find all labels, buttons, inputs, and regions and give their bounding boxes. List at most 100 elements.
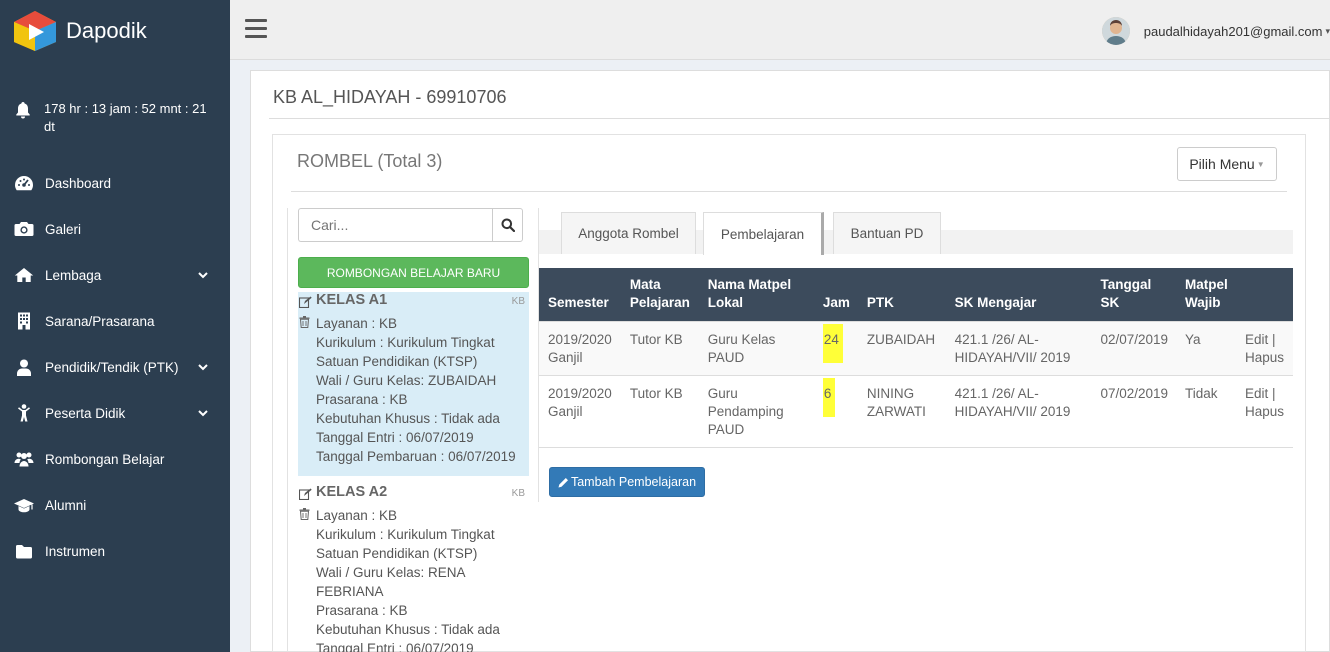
pilih-menu-button[interactable]: Pilih Menu ▼ [1177,147,1277,181]
search-group [298,208,523,242]
sidebar-item-label: Galeri [45,221,82,237]
col-header-sk[interactable]: SK Mengajar [945,268,1092,322]
divider [291,191,1287,192]
class-detail: Prasarana : KB [316,392,408,407]
users-icon [14,452,34,467]
chevron-down-icon [198,272,208,279]
sidebar-item-label: Instrumen [45,543,106,559]
hapus-link[interactable]: Hapus [1245,349,1285,367]
sidebar-item-dashboard[interactable]: Dashboard [0,160,230,206]
class-badge: KB [511,488,525,499]
edit-icon[interactable] [299,488,312,500]
class-detail: Wali / Guru Kelas: ZUBAIDAH [316,373,497,388]
user-email: paudalhidayah201@gmail.com [1143,23,1323,39]
tab-bantuan-pd[interactable]: Bantuan PD [833,212,941,254]
class-list-panel: ROMBONGAN BELAJAR BARU KELAS A1 KB Layan… [287,208,529,652]
chevron-down-icon [198,364,208,371]
brand[interactable]: Dapodik [0,0,230,62]
user-icon [17,359,31,376]
class-detail: Kurikulum : Kurikulum Tingkat Satuan Pen… [316,335,495,369]
bell-icon [16,102,30,119]
class-item[interactable]: KELAS A1 KB Layanan : KB Kurikulum : Kur… [298,292,529,476]
class-detail: Tanggal Entri : 06/07/2019 [316,430,474,445]
cell-actions: Edit | Hapus [1236,375,1293,448]
cell-wajib: Ya [1176,321,1237,376]
dashboard-icon [15,176,33,191]
sidebar-item-label: Sarana/Prasarana [45,313,155,329]
col-header-actions [1236,268,1293,322]
search-icon [501,218,515,232]
sidebar-item-rombongan-belajar[interactable]: Rombongan Belajar [0,436,230,482]
edit-link[interactable]: Edit | [1245,385,1285,403]
pilih-menu-label: Pilih Menu [1189,156,1255,172]
class-details: Layanan : KB Kurikulum : Kurikulum Tingk… [298,312,529,466]
folder-icon [16,544,32,558]
class-badge: KB [511,296,525,307]
class-name[interactable]: KELAS A1 [316,292,387,308]
cell-actions: Edit | Hapus [1236,321,1293,376]
cell-semester: 2019/2020 Ganjil [539,375,621,448]
table-row: 2019/2020 Ganjil Tutor KB Guru Kelas PAU… [539,321,1293,376]
sidebar-item-label: Pendidik/Tendik (PTK) [45,359,179,375]
trash-icon[interactable] [299,316,310,328]
user-menu[interactable]: paudalhidayah201@gmail.com ▾ [1101,16,1330,46]
col-header-semester[interactable]: Semester [539,268,621,322]
sidebar-item-galeri[interactable]: Galeri [0,206,230,252]
caret-down-icon: ▾ [1325,25,1330,36]
sidebar-item-sarana-prasarana[interactable]: Sarana/Prasarana [0,298,230,344]
tab-anggota-rombel[interactable]: Anggota Rombel [561,212,696,254]
cell-sk: 421.1 /26/ AL-HIDAYAH/VII/ 2019 [945,321,1092,376]
col-header-jam[interactable]: Jam [813,268,858,322]
col-header-wajib[interactable]: Matpel Wajib [1176,268,1237,322]
class-name[interactable]: KELAS A2 [316,484,387,500]
class-item[interactable]: KELAS A2 KB Layanan : KB Kurikulum : Kur… [298,484,529,652]
sidebar-item-label: Alumni [45,497,87,513]
class-detail: Kebutuhan Khusus : Tidak ada [316,411,500,426]
cell-semester: 2019/2020 Ganjil [539,321,621,376]
trash-icon[interactable] [299,508,310,520]
edit-icon[interactable] [299,296,312,308]
cell-ptk: NINING ZARWATI [857,375,946,448]
search-input[interactable] [298,208,492,242]
col-header-mapel[interactable]: Mata Pelajaran [620,268,699,322]
sidebar-item-instrumen[interactable]: Instrumen [0,528,230,574]
col-header-tgl-sk[interactable]: Tanggal SK [1091,268,1177,322]
jam-highlight: 24 [822,324,843,363]
pencil-icon [558,477,568,487]
tambah-pembelajaran-button[interactable]: Tambah Pembelajaran [549,467,705,497]
search-button[interactable] [492,208,523,242]
sidebar-item-label: Rombongan Belajar [45,451,165,467]
countdown-text: 178 hr : 13 jam : 52 mnt : 21 dt [44,101,207,134]
caret-down-icon: ▼ [1256,159,1265,169]
top-navbar: paudalhidayah201@gmail.com ▾ [230,0,1330,60]
cell-jam: 24 [813,321,858,376]
sidebar-menu: Dashboard Galeri Lembaga Sarana/Prasaran… [0,160,230,574]
col-header-nama-lokal[interactable]: Nama Matpel Lokal [698,268,814,322]
hamburger-menu-icon[interactable] [245,19,267,39]
hapus-link[interactable]: Hapus [1245,403,1285,421]
home-icon [14,268,34,282]
new-rombel-button[interactable]: ROMBONGAN BELAJAR BARU [298,257,529,288]
divider [269,118,1329,119]
sidebar-item-alumni[interactable]: Alumni [0,482,230,528]
camera-icon [14,222,34,236]
sidebar-item-lembaga[interactable]: Lembaga [0,252,230,298]
cell-tgl-sk: 07/02/2019 [1091,375,1177,448]
page-title: KB AL_HIDAYAH - 69910706 [273,87,507,107]
chevron-down-icon [198,410,208,417]
col-header-ptk[interactable]: PTK [857,268,946,322]
tab-pembelajaran[interactable]: Pembelajaran [703,212,824,255]
jam-highlight: 6 [822,378,836,417]
sidebar-item-label: Dashboard [45,175,112,191]
sidebar-item-peserta-didik[interactable]: Peserta Didik [0,390,230,436]
class-detail: Wali / Guru Kelas: RENA FEBRIANA [316,565,465,599]
edit-link[interactable]: Edit | [1245,331,1285,349]
tambah-pembelajaran-label: Tambah Pembelajaran [570,475,697,489]
class-detail: Layanan : KB [316,508,398,523]
building-icon [18,312,30,330]
pembelajaran-table: Semester Mata Pelajaran Nama Matpel Loka… [539,268,1293,448]
class-detail: Prasarana : KB [316,603,408,618]
class-detail: Tanggal Entri : 06/07/2019 [316,641,474,652]
brand-name: Dapodik [66,18,147,43]
sidebar-item-ptk[interactable]: Pendidik/Tendik (PTK) [0,344,230,390]
